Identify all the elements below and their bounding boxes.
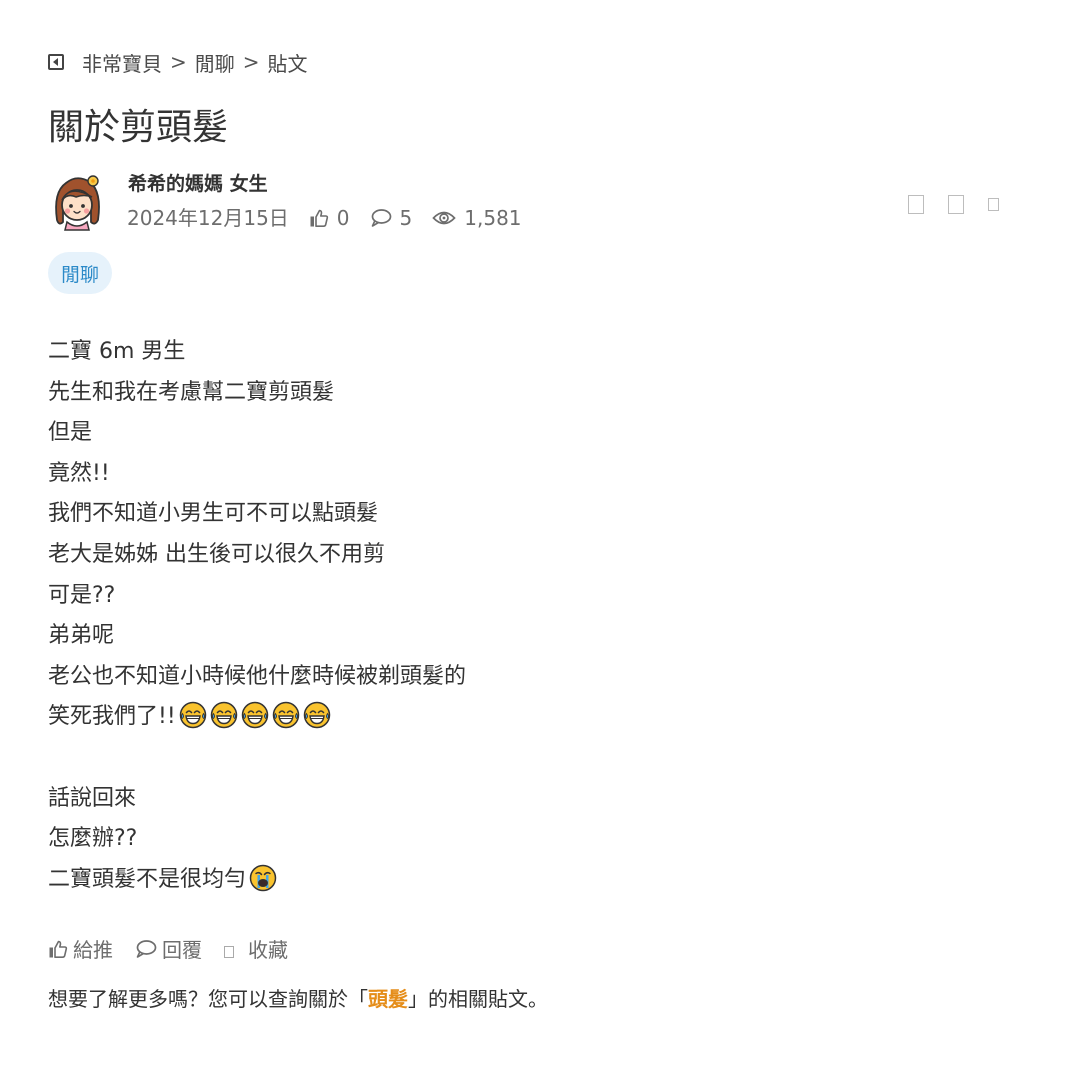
body-line: 怎麼辦?? [48,826,138,852]
eye-icon [432,211,456,225]
body-line: 老大是姊姊 出生後可以很久不用剪 [48,541,385,567]
reply-button[interactable]: 回覆 [135,934,202,963]
body-line: 先生和我在考慮幫二寶剪頭髮 [48,379,335,405]
like-button-label: 給推 [73,938,113,962]
laughing-tears-emoji [272,701,300,729]
laughing-tears-emoji [179,701,207,729]
body-line: 但是 [48,420,93,446]
post-title: 關於剪頭髮 [48,107,229,148]
post-body: 二寶 6m 男生 先生和我在考慮幫二寶剪頭髮 但是 竟然!! 我們不知道小男生可… [48,332,466,900]
breadcrumb-item-current: 貼文 [267,51,308,76]
avatar[interactable] [48,170,106,232]
post-meta: 2024年12月15日 0 5 1,581 [127,204,522,232]
comment-count-value: 5 [399,206,413,230]
favorite-button-label: 收藏 [248,938,288,962]
body-line: 竟然!! [48,460,110,486]
body-line: 弟弟呢 [48,623,115,649]
bookmark-button[interactable] [948,195,964,214]
breadcrumb-item-category[interactable]: 閒聊 [195,48,235,77]
body-line: 我們不知道小男生可不可以點頭髮 [48,501,379,527]
view-count-value: 1,581 [464,206,522,230]
post-date: 2024年12月15日 [127,206,289,230]
more-options-button[interactable] [988,198,999,211]
related-prefix: 想要了解更多嗎？您可以查詢關於「 [48,987,368,1011]
body-line: 二寶 6m 男生 [48,339,186,364]
like-button[interactable]: 給推 [48,934,113,963]
comment-count: 5 [370,204,413,232]
comment-icon [371,209,391,227]
post-toolbar [908,195,999,214]
body-line: 話說回來 [48,785,137,811]
author-name[interactable]: 希希的媽媽 女生 [128,171,268,197]
comment-icon [136,939,157,958]
category-tag[interactable]: 閒聊 [48,252,113,294]
related-keyword-link[interactable]: 頭髮 [368,987,408,1011]
favorite-button[interactable]: 收藏 [224,934,288,963]
body-line-with-emoji: 二寶頭髮不是很均勻 [48,860,466,901]
breadcrumb-separator: > [170,50,187,74]
breadcrumb-item-home[interactable]: 非常寶貝 [82,48,162,77]
view-count: 1,581 [432,204,522,232]
laughing-tears-emoji [303,701,331,729]
body-line-text: 笑死我們了!! [48,704,176,730]
body-blank-line [48,738,466,779]
body-line: 可是?? [48,582,116,608]
post-actions: 給推 回覆 收藏 [48,934,310,963]
body-line-text: 二寶頭髮不是很均勻 [48,866,247,892]
related-suffix: 」的相關貼文。 [408,987,548,1011]
favorite-icon [224,945,234,958]
thumbs-up-icon [310,209,328,227]
crying-emoji [249,864,277,892]
body-line: 老公也不知道小時候他什麼時候被剃頭髮的 [48,663,467,689]
back-icon[interactable] [48,54,64,70]
like-count-value: 0 [336,206,350,230]
share-button[interactable] [908,195,924,214]
laughing-tears-emoji [241,701,269,729]
reply-button-label: 回覆 [162,938,202,962]
laughing-tears-emoji [210,701,238,729]
like-count: 0 [309,204,350,232]
breadcrumb: 非常寶貝 > 閒聊 > 貼文 [48,48,308,76]
related-posts-hint: 想要了解更多嗎？您可以查詢關於「頭髮」的相關貼文。 [48,984,548,1014]
body-line-with-emoji: 笑死我們了!! [48,697,466,738]
thumbs-up-icon [49,940,68,958]
breadcrumb-separator: > [242,50,260,74]
